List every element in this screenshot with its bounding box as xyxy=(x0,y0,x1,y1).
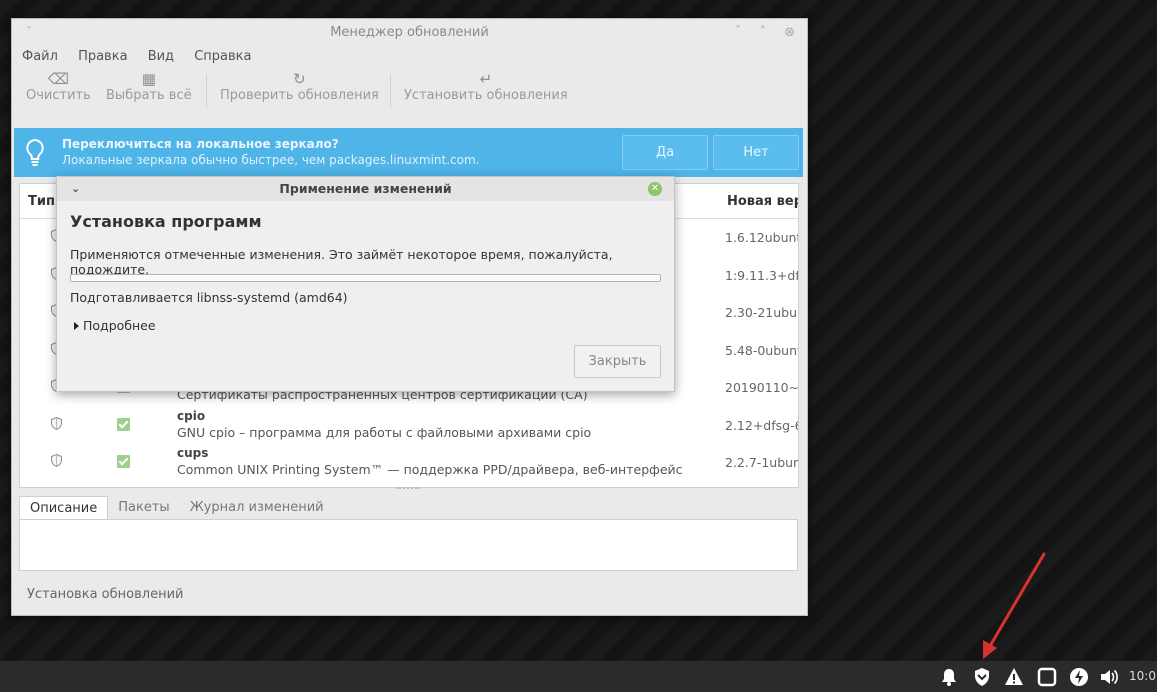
lightbulb-icon xyxy=(26,138,44,166)
power-icon[interactable] xyxy=(1069,667,1089,687)
toolbar: ⌫ Очистить ▦ Выбрать всё ↻ Проверить обн… xyxy=(12,68,807,114)
tab-changelog[interactable]: Журнал изменений xyxy=(180,496,334,520)
info-subtitle: Локальные зеркала обычно быстрее, чем pa… xyxy=(62,153,480,167)
pane-resize-handle[interactable] xyxy=(396,487,420,493)
close-button[interactable]: ⊗ xyxy=(784,25,795,40)
clear-button[interactable]: ⌫ Очистить xyxy=(26,70,91,103)
package-version: 2.30-21ubur xyxy=(725,305,799,320)
window-icon[interactable] xyxy=(1037,667,1057,687)
column-new-version[interactable]: Новая верс xyxy=(727,194,798,209)
window-title: Менеджер обновлений xyxy=(330,25,489,40)
select-all-icon: ▦ xyxy=(141,70,156,88)
package-version: 2.2.7-1ubun xyxy=(725,455,799,470)
expander-triangle-icon xyxy=(74,322,79,330)
dialog-title-bar: ⌄ Применение изменений ✕ xyxy=(57,177,674,201)
table-row[interactable]: cups Common UNIX Printing System™ — подде… xyxy=(20,444,798,482)
install-arrow-icon: ↵ xyxy=(479,70,493,88)
chevron-down-icon[interactable]: ⌄ xyxy=(71,177,80,201)
package-version: 1:9.11.3+dfs xyxy=(725,267,799,283)
package-version: 5.48-0ubunt xyxy=(725,342,799,358)
package-name: cups xyxy=(177,446,209,460)
apply-changes-dialog: ⌄ Применение изменений ✕ Установка прогр… xyxy=(56,176,675,392)
title-bar: ˇ Менеджер обновлений ˇ ˄ ⊗ xyxy=(12,19,807,46)
row-checkbox[interactable] xyxy=(117,417,130,431)
package-name: cpio xyxy=(177,408,206,423)
details-expander[interactable]: Подробнее xyxy=(74,318,156,333)
mirror-info-bar: Переключиться на локальное зеркало? Лока… xyxy=(14,128,803,177)
toolbar-separator xyxy=(390,74,391,108)
volume-icon[interactable] xyxy=(1099,667,1119,687)
check-updates-button[interactable]: ↻ Проверить обновления xyxy=(220,70,379,103)
window-menu-chevron-icon[interactable]: ˇ xyxy=(26,19,32,46)
bell-icon[interactable] xyxy=(939,667,959,687)
dialog-title: Применение изменений xyxy=(279,181,452,196)
dialog-close-button[interactable]: Закрыть xyxy=(574,345,661,378)
clock[interactable]: 10:0 xyxy=(1129,669,1156,683)
shield-update-icon[interactable] xyxy=(972,667,992,687)
mirror-no-button[interactable]: Нет xyxy=(713,135,799,170)
shield-icon xyxy=(51,416,62,430)
info-title: Переключиться на локальное зеркало? xyxy=(62,137,339,151)
column-type[interactable]: Тип xyxy=(28,194,55,209)
menu-file[interactable]: Файл xyxy=(22,49,58,64)
dialog-status: Подготавливается libnss-systemd (amd64) xyxy=(70,290,348,305)
select-all-button[interactable]: ▦ Выбрать всё xyxy=(106,70,192,103)
toolbar-separator xyxy=(206,74,207,108)
backspace-icon: ⌫ xyxy=(47,70,69,88)
package-version: 20190110~ xyxy=(725,380,799,395)
install-updates-button[interactable]: ↵ Установить обновления xyxy=(404,70,568,103)
table-row[interactable]: cpio GNU cpio – программа для работы с фа… xyxy=(20,407,798,445)
row-checkbox[interactable] xyxy=(117,455,130,468)
dialog-heading: Установка программ xyxy=(70,212,262,231)
package-version: 1.6.12ubunt xyxy=(725,230,799,245)
minimize-button[interactable]: ˇ xyxy=(735,25,742,40)
dialog-message: Применяются отмеченные изменения. Это за… xyxy=(70,247,613,277)
maximize-button[interactable]: ˄ xyxy=(759,25,766,40)
shield-icon xyxy=(51,454,62,467)
menu-edit[interactable]: Правка xyxy=(78,49,127,64)
menu-help[interactable]: Справка xyxy=(194,49,251,64)
warning-icon[interactable] xyxy=(1004,667,1024,687)
window-controls: ˇ ˄ ⊗ xyxy=(721,19,795,46)
menu-bar: Файл Правка Вид Справка xyxy=(12,46,807,68)
details-tabs: Описание Пакеты Журнал изменений xyxy=(19,496,334,521)
mirror-yes-button[interactable]: Да xyxy=(622,135,708,170)
tab-description[interactable]: Описание xyxy=(19,496,109,521)
tab-packages[interactable]: Пакеты xyxy=(108,496,179,520)
taskbar: 10:0 xyxy=(0,661,1157,692)
install-progress-bar xyxy=(70,274,661,282)
package-version: 2.12+dfsg-6 xyxy=(725,417,799,433)
description-panel xyxy=(19,519,798,571)
package-description: GNU cpio – программа для работы с файлов… xyxy=(177,424,592,440)
status-bar-text: Установка обновлений xyxy=(27,587,184,602)
refresh-icon: ↻ xyxy=(293,70,306,88)
dialog-close-icon[interactable]: ✕ xyxy=(648,182,662,196)
package-description: Common UNIX Printing System™ — поддержка… xyxy=(177,462,683,477)
menu-view[interactable]: Вид xyxy=(148,49,174,64)
